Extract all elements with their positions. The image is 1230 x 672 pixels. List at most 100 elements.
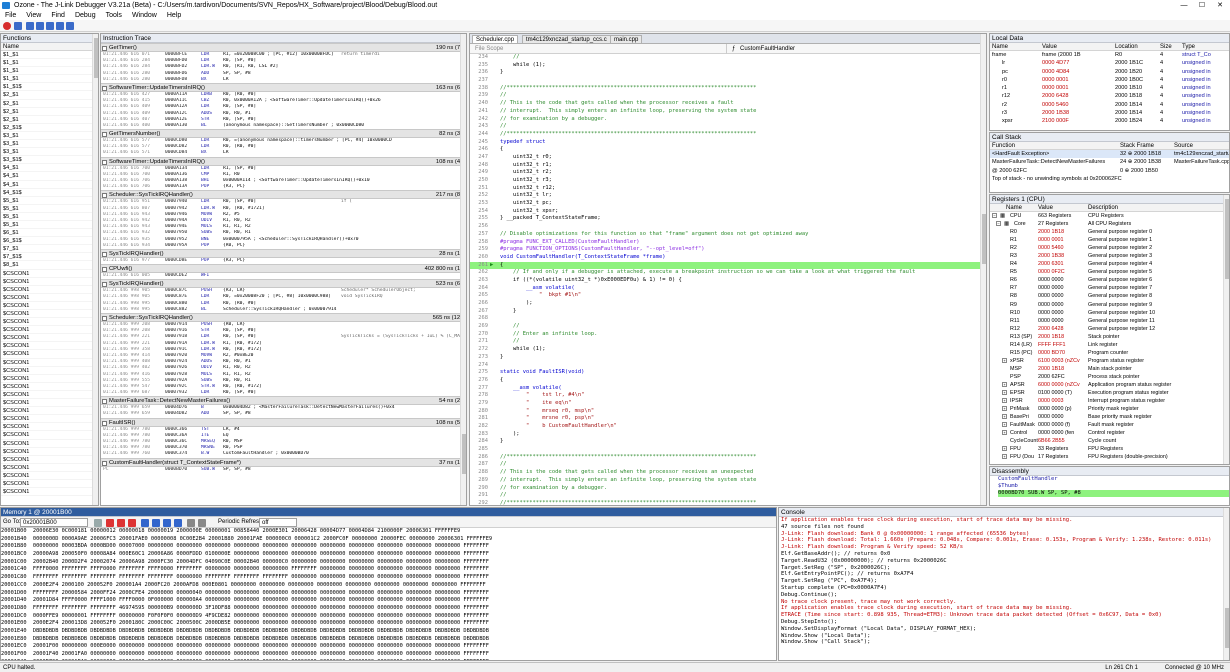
memory-settings-icon[interactable] xyxy=(187,519,195,527)
collapse-icon[interactable] xyxy=(102,85,107,91)
function-list-item[interactable]: $2_$1 xyxy=(1,116,98,124)
function-list-item[interactable]: $CSCON1 xyxy=(1,302,98,310)
function-list-item[interactable]: $CSCON1 xyxy=(1,270,98,278)
function-list-item[interactable]: $CSCON1 xyxy=(1,342,98,351)
function-list-item[interactable]: $CSCON1 xyxy=(1,367,98,375)
register-row[interactable]: + xPSR 6100 0003 (nZCv Program status regis… xyxy=(990,357,1229,365)
function-list-item[interactable]: $CSCON1 xyxy=(1,350,98,359)
function-list-item[interactable]: $4_$1$ xyxy=(1,189,98,197)
memory-format-icon[interactable] xyxy=(174,519,182,527)
source-line[interactable]: 289 // interrupt. This simply enters an i… xyxy=(470,477,986,485)
memory-row[interactable]: 20001CC0 2000E2F4 2000100 200052F0 20000… xyxy=(1,582,776,590)
function-list-item[interactable]: $7_$1 xyxy=(1,245,98,254)
function-list-item[interactable]: $CSCON1 xyxy=(1,488,98,497)
source-line[interactable]: 269 // xyxy=(470,323,986,331)
register-row[interactable]: PSP 2000 62FC Process stack pointer xyxy=(990,373,1229,381)
function-list-item[interactable]: $2_$1$ xyxy=(1,124,98,132)
function-list-item[interactable]: $CSCON1 xyxy=(1,440,98,448)
trace-function-header[interactable]: CustomFaultHandler(struct T_ContextState… xyxy=(101,457,466,467)
trace-function-header[interactable]: GetTimer() 190 ns (7) xyxy=(101,43,466,52)
register-value[interactable]: 17 Registers xyxy=(1038,453,1068,461)
register-value[interactable]: 33 Registers xyxy=(1038,445,1068,453)
memory-row[interactable]: 20001D00 FFFFFFFF 20000584 2000FF24 2000… xyxy=(1,590,776,598)
source-line[interactable]: 280 " mrseq r0, msp\n" xyxy=(470,408,986,416)
ld-col-type[interactable]: Type xyxy=(1182,43,1195,50)
function-list-item[interactable]: $CSCON1 xyxy=(1,359,98,367)
collapse-icon[interactable] xyxy=(102,159,107,165)
register-row[interactable]: R6 0000 0000 General purpose register 6 xyxy=(990,276,1229,284)
memory-row[interactable]: 20001EC0 20001F00 00000000 000E0000 0000… xyxy=(1,643,776,651)
register-row[interactable]: R15 (PC) 0000 BD70 Program counter xyxy=(990,349,1229,357)
register-value[interactable]: 0000 0003 xyxy=(1038,397,1063,405)
source-line[interactable]: 283 ); xyxy=(470,431,986,439)
register-value[interactable]: 0000 0000 xyxy=(1038,317,1063,325)
source-line[interactable]: 263 if ((*(volatile uint32_t *)0xE000EDF… xyxy=(470,277,986,285)
source-line[interactable]: 243 // xyxy=(470,123,986,131)
ld-col-name[interactable]: Name xyxy=(992,43,1008,50)
collapse-icon[interactable] xyxy=(102,132,107,138)
trace-function-header[interactable]: CPUwfi() 402 800 ns (1) xyxy=(101,264,466,274)
local-data-row[interactable]: lr 0000 4D77 2000 1B1C 4 unsigned in xyxy=(990,59,1229,67)
register-row[interactable]: + Control 0000 0000 (fen Control register xyxy=(990,429,1229,437)
register-value[interactable]: 2000 6301 xyxy=(1038,260,1063,268)
source-line[interactable]: 273} xyxy=(470,354,986,362)
source-line[interactable]: 245 typedef struct xyxy=(470,139,986,147)
tab-startup-ccs[interactable]: tm4c129xnczad_startup_ccs.c xyxy=(522,35,611,43)
function-list-item[interactable]: $3_$1 xyxy=(1,140,98,149)
register-row[interactable]: + IPSR 0000 0003 Interrupt program status r… xyxy=(990,397,1229,405)
ld-col-location[interactable]: Location xyxy=(1115,43,1138,50)
local-data-row[interactable]: r3 2000 1B38 2000 1B14 4 unsigned in xyxy=(990,109,1229,117)
collapse-icon[interactable] xyxy=(102,46,107,51)
local-data-row[interactable]: r0 0000 0001 2000 1B0C 4 unsigned in xyxy=(990,76,1229,84)
function-list-item[interactable]: $CSCON1 xyxy=(1,375,98,383)
register-group-core[interactable]: − ▦ Core 27 Registers All CPU Registers xyxy=(990,220,1229,228)
source-line[interactable]: 285 xyxy=(470,446,986,454)
function-list-item[interactable]: $1_$1 xyxy=(1,51,98,60)
function-list-item[interactable]: $6_$1$ xyxy=(1,237,98,246)
local-data-row[interactable]: r12 2000 6428 2000 1B18 4 unsigned in xyxy=(990,92,1229,100)
source-line[interactable]: 254 uint32_t xpsr; xyxy=(470,208,986,216)
register-value[interactable]: 0000 0F2C xyxy=(1038,268,1065,276)
register-value[interactable]: 2000 1B38 xyxy=(1038,252,1064,260)
source-line[interactable]: 292 //***********************************… xyxy=(470,500,986,505)
source-line[interactable]: 268 xyxy=(470,315,986,323)
function-list-item[interactable]: $8_$1 xyxy=(1,261,98,270)
expand-icon[interactable]: + xyxy=(1002,390,1007,396)
function-scope-dropdown[interactable]: CustomFaultHandler xyxy=(740,44,795,54)
reset-icon[interactable] xyxy=(14,22,22,30)
source-line[interactable]: 288 // This is the code that gets called … xyxy=(470,469,986,477)
expand-icon[interactable]: + xyxy=(1002,414,1007,420)
collapse-icon[interactable] xyxy=(102,193,107,199)
register-value[interactable]: 0000 0000 xyxy=(1038,301,1063,309)
register-row[interactable]: R9 0000 0000 General purpose register 9 xyxy=(990,301,1229,309)
register-value[interactable]: 2000 1B18 xyxy=(1038,333,1064,341)
memory-format-icon[interactable] xyxy=(163,519,171,527)
register-row[interactable]: + APSR 6000 0000 (nZCv Application program … xyxy=(990,381,1229,389)
source-line[interactable]: 281 " mrsne r0, psp\n" xyxy=(470,415,986,423)
periodic-refresh-select[interactable]: off xyxy=(259,518,297,527)
source-line[interactable]: 258 #pragma FUNC_EXT_CALLED(CustomFaultHa… xyxy=(470,239,986,247)
memory-row[interactable]: 20001D40 20001D84 FFFF0000 FFFF1000 FFFF… xyxy=(1,597,776,605)
register-row[interactable]: R4 2000 6301 General purpose register 4 xyxy=(990,260,1229,268)
source-line[interactable]: 286 //***********************************… xyxy=(470,454,986,462)
source-line[interactable]: 252 uint32_t lr; xyxy=(470,192,986,200)
memory-row[interactable]: 20001D80 FFFFFFFF FFFFFFFF FFFFFFFF 4697… xyxy=(1,605,776,613)
memory-row[interactable]: 20001BC0 20000A98 200050F0 00008A84 000E… xyxy=(1,551,776,559)
ld-col-value[interactable]: Value xyxy=(1042,43,1057,50)
register-value[interactable]: 2000 62FC xyxy=(1038,373,1065,381)
expand-icon[interactable]: + xyxy=(1002,430,1007,436)
local-data-row[interactable]: xpsr 2100 000F 2000 1B24 4 unsigned in xyxy=(990,117,1229,125)
local-data-row[interactable]: r2 0000 5460 2000 1B14 4 unsigned in xyxy=(990,101,1229,109)
power-icon[interactable] xyxy=(3,22,11,30)
source-line[interactable]: 266 ); xyxy=(470,300,986,308)
register-value[interactable]: 0000 0000 (fen xyxy=(1038,429,1074,437)
cs-col-source[interactable]: Source xyxy=(1174,142,1193,149)
instruction-trace-scrollbar[interactable] xyxy=(460,34,466,505)
collapse-icon[interactable]: − xyxy=(992,213,997,218)
collapse-icon[interactable] xyxy=(102,420,107,426)
functions-name-header[interactable]: Name xyxy=(1,43,98,51)
source-line[interactable]: 253 uint32_t pc; xyxy=(470,200,986,208)
source-line[interactable]: 256 xyxy=(470,223,986,231)
tab-scheduler-cpp[interactable]: Scheduler.cpp xyxy=(472,35,519,43)
menu-item-file[interactable]: File xyxy=(0,11,21,20)
